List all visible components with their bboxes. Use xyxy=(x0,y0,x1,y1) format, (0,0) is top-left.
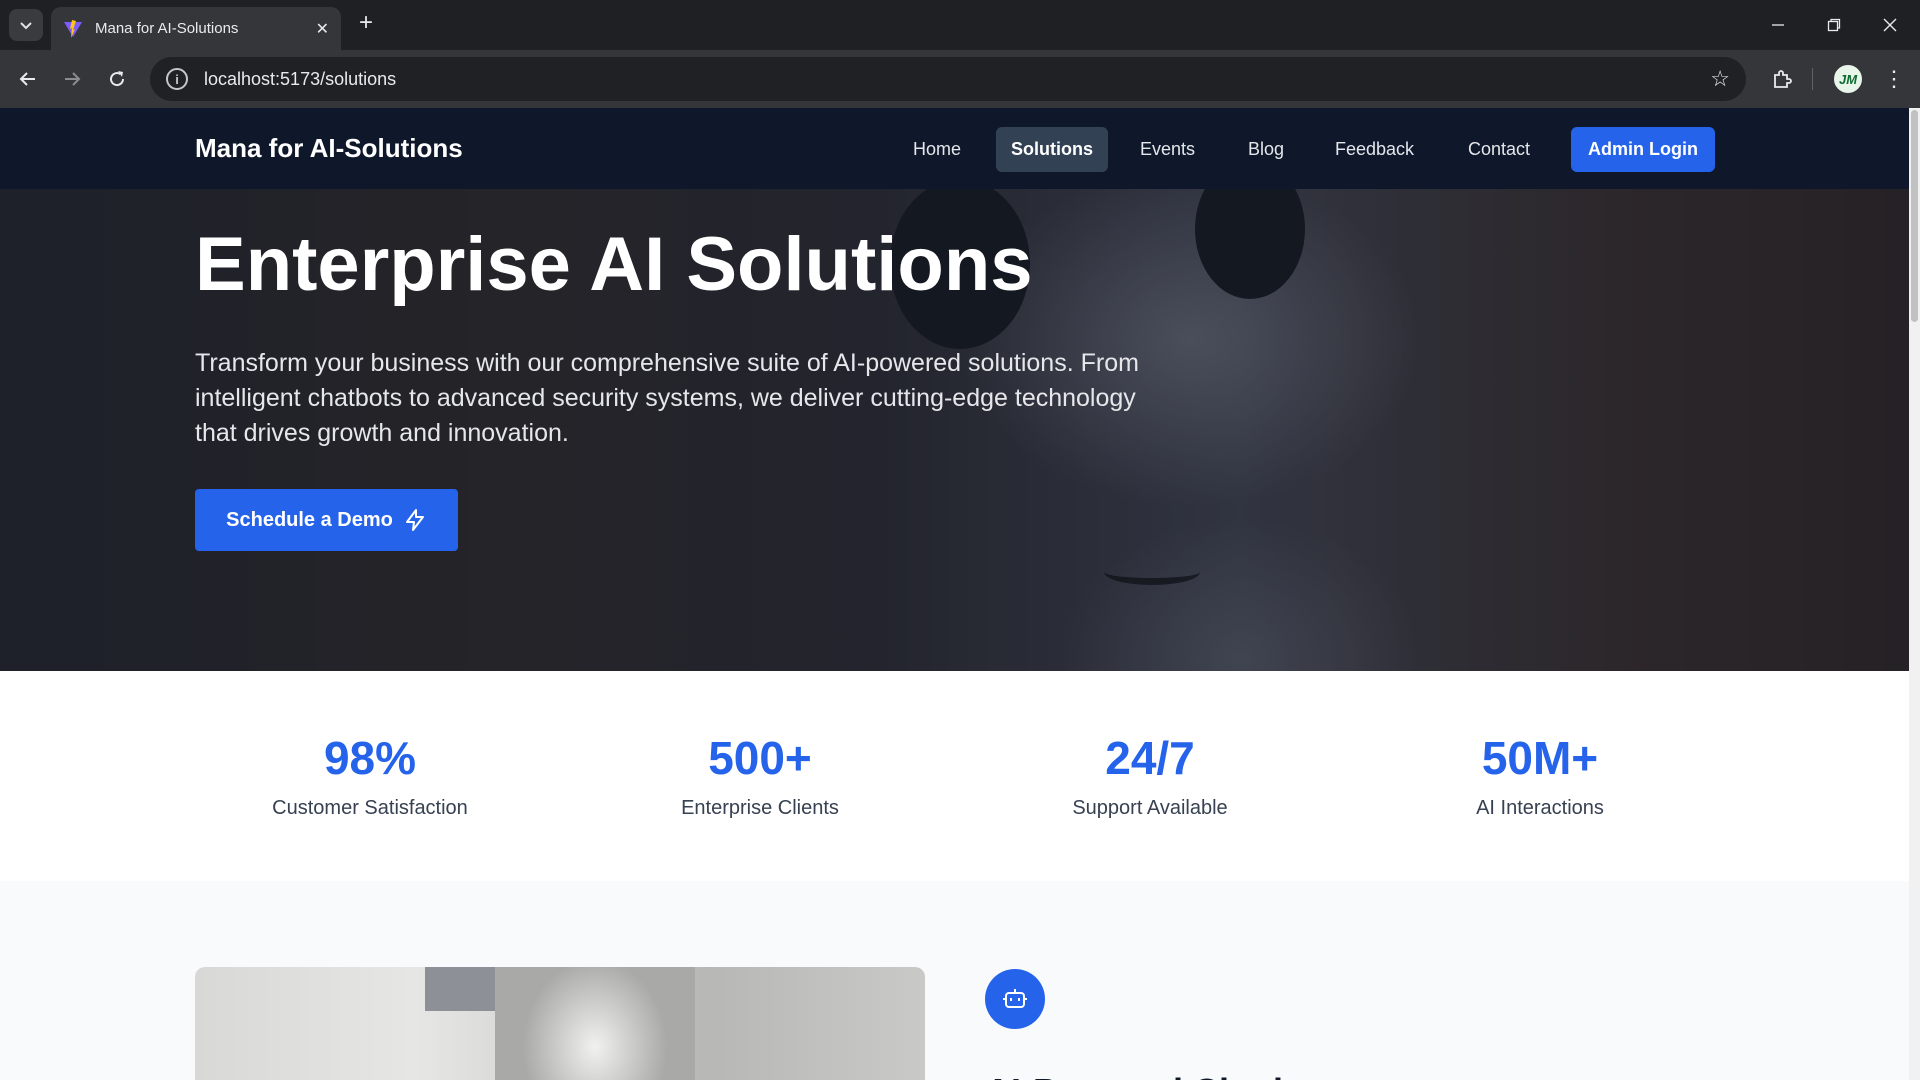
restore-icon xyxy=(1827,18,1841,32)
feature-section: AI-Powered Chatbots xyxy=(0,881,1909,1080)
tab-search-button[interactable] xyxy=(9,9,43,41)
address-bar[interactable]: i localhost:5173/solutions ☆ xyxy=(150,57,1746,101)
feature-title: AI-Powered Chatbots xyxy=(985,1071,1349,1080)
chevron-down-icon xyxy=(20,22,32,30)
stat-label: Support Available xyxy=(1072,797,1228,819)
stat-label: Customer Satisfaction xyxy=(272,797,468,819)
close-icon xyxy=(1883,18,1897,32)
stat-item: 500+ Enterprise Clients xyxy=(610,731,910,820)
nav-home[interactable]: Home xyxy=(898,127,976,172)
bookmark-star-icon[interactable]: ☆ xyxy=(1710,66,1730,92)
robot-eye-right xyxy=(1195,189,1305,299)
minimize-button[interactable] xyxy=(1750,0,1806,50)
robot-mouth xyxy=(1104,559,1200,585)
minimize-icon xyxy=(1772,24,1784,26)
schedule-demo-button[interactable]: Schedule a Demo xyxy=(195,489,458,551)
stat-label: Enterprise Clients xyxy=(681,797,839,819)
feature-image-robot-arm xyxy=(495,967,695,1080)
reload-button[interactable] xyxy=(101,63,133,95)
schedule-demo-label: Schedule a Demo xyxy=(226,508,393,531)
robot-head-icon xyxy=(1003,989,1027,1008)
close-window-button[interactable] xyxy=(1862,0,1918,50)
arrow-left-icon xyxy=(19,72,35,86)
admin-login-button[interactable]: Admin Login xyxy=(1571,127,1715,172)
feature-image xyxy=(195,967,925,1080)
site-header: Mana for AI-Solutions Home Solutions Eve… xyxy=(0,108,1909,189)
new-tab-button[interactable]: + xyxy=(352,10,380,38)
site-brand[interactable]: Mana for AI-Solutions xyxy=(195,133,463,164)
stat-item: 24/7 Support Available xyxy=(1000,731,1300,820)
forward-button[interactable] xyxy=(56,63,88,95)
vite-favicon-icon xyxy=(64,19,82,38)
profile-avatar[interactable]: JM xyxy=(1832,63,1864,95)
url-text[interactable]: localhost:5173/solutions xyxy=(204,69,1710,90)
back-button[interactable] xyxy=(12,63,44,95)
stat-item: 50M+ AI Interactions xyxy=(1390,731,1690,820)
nav-feedback[interactable]: Feedback xyxy=(1320,127,1429,172)
tab-close-icon[interactable]: ✕ xyxy=(316,19,329,39)
hero-description: Transform your business with our compreh… xyxy=(195,349,1139,447)
arrow-right-icon xyxy=(65,72,81,86)
page-viewport: Mana for AI-Solutions Home Solutions Eve… xyxy=(0,108,1920,1080)
toolbar-divider xyxy=(1812,68,1813,90)
nav-blog[interactable]: Blog xyxy=(1233,127,1299,172)
extensions-button[interactable] xyxy=(1765,62,1799,96)
puzzle-icon xyxy=(1774,70,1792,88)
site-info-icon[interactable]: i xyxy=(166,68,188,90)
scrollbar-thumb[interactable] xyxy=(1911,110,1918,322)
tab-title: Mana for AI-Solutions xyxy=(95,20,239,37)
nav-solutions[interactable]: Solutions xyxy=(996,127,1108,172)
browser-tab-bar: Mana for AI-Solutions ✕ + xyxy=(0,0,1920,50)
hero-section: Enterprise AI Solutions Transform your b… xyxy=(0,189,1909,671)
page-scrollbar[interactable] xyxy=(1909,108,1920,1080)
stat-value: 24/7 xyxy=(1105,732,1195,784)
restore-button[interactable] xyxy=(1806,0,1862,50)
stat-value: 500+ xyxy=(708,732,812,784)
reload-icon xyxy=(110,71,125,87)
lightning-icon xyxy=(405,509,424,531)
hero-title: Enterprise AI Solutions xyxy=(195,222,1033,307)
more-menu-icon[interactable]: ⋮ xyxy=(1878,63,1910,95)
feature-image-screen xyxy=(425,967,495,1011)
nav-events[interactable]: Events xyxy=(1125,127,1210,172)
stat-value: 98% xyxy=(323,732,417,784)
stat-label: AI Interactions xyxy=(1476,797,1604,819)
bot-icon xyxy=(985,969,1045,1029)
stats-section: 98% Customer Satisfaction 500+ Enterpris… xyxy=(0,671,1909,881)
browser-tab[interactable]: Mana for AI-Solutions ✕ xyxy=(51,7,341,50)
nav-contact[interactable]: Contact xyxy=(1453,127,1545,172)
browser-toolbar: i localhost:5173/solutions ☆ JM ⋮ xyxy=(0,50,1920,108)
stat-item: 98% Customer Satisfaction xyxy=(220,731,520,820)
stat-value: 50M+ xyxy=(1481,732,1599,784)
